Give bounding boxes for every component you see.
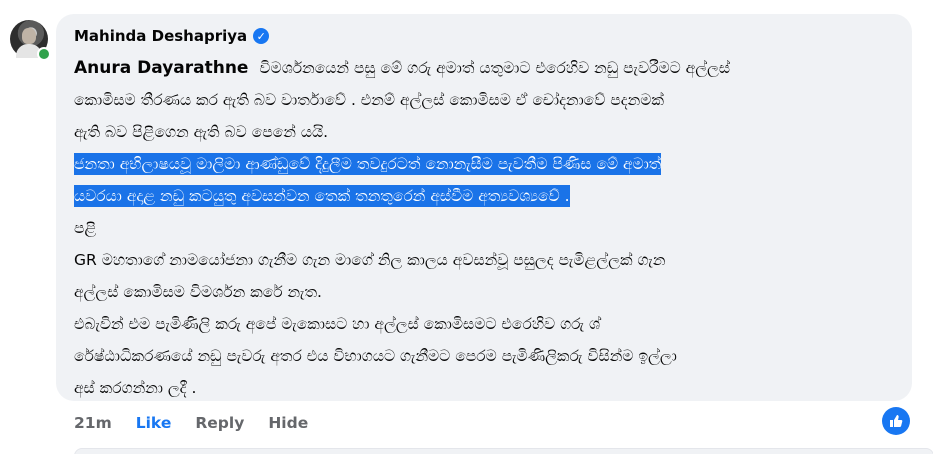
like-button[interactable]: Like (136, 414, 172, 432)
thumbs-up-icon[interactable] (882, 407, 910, 435)
comment-line-10: රේෂ්ඨාධිකරණයේ නඩු පැවරු අතර එය විභාගයට ග… (74, 347, 677, 365)
avatar-face-shape (22, 28, 36, 44)
comment-line-9: එබැවින් එම පැමිණිලි කරු අපේ මැකොසට හා අල… (74, 315, 601, 333)
comment-line-5: යවරයා අදාළ නඩු කටයුතු අවසන්වන තෙක් තනතුර… (74, 180, 892, 212)
comment-line-4: ජනතා අභිලාෂයවූ මාලිමා ආණ්ඩුවේ දිදුලීම තව… (74, 148, 892, 180)
comment-line-6: පළි (74, 219, 97, 237)
comment-thread: Mahinda Deshapriya ✓ Anura Dayarathne වි… (0, 0, 933, 454)
comment-timestamp[interactable]: 21m (74, 414, 112, 432)
comment-line-11: අස් කරගන්නා ලදී . (74, 379, 197, 397)
comment-author-name[interactable]: Mahinda Deshapriya (74, 27, 247, 45)
verified-badge-icon: ✓ (253, 28, 270, 44)
selected-text: ජනතා අභිලාෂයවූ මාලිමා ආණ්ඩුවේ දිදුලීම තව… (74, 153, 662, 175)
comment-bubble: Mahinda Deshapriya ✓ Anura Dayarathne වි… (56, 14, 912, 401)
comment-line-1: Anura Dayarathne විමර්ශනයෙන් පසු මේ ගරු … (74, 52, 892, 84)
comment-line-7: GR මහතාගේ නාමයෝජනා ගැනීම ගැන මාගේ නිල කා… (74, 251, 666, 269)
thumbs-up-glyph (890, 415, 903, 427)
comment-text: Anura Dayarathne විමර්ශනයෙන් පසු මේ ගරු … (74, 52, 892, 404)
comment-actions: 21m Like Reply Hide (74, 414, 308, 432)
hide-button[interactable]: Hide (268, 414, 308, 432)
comment-line-8: අල්ලස් කොමිසම විමර්ශන කරේ නැත. (74, 283, 322, 301)
comment-author-row: Mahinda Deshapriya ✓ (74, 26, 270, 46)
comment-line-3: ඇති බව පිළිගෙන ඇති බව පෙනේ යයි. (74, 123, 329, 141)
comment-line-text: විමර්ශනයෙන් පසු මේ ගරු අමාත් යතුමාට එරෙහ… (259, 59, 731, 77)
reply-button[interactable]: Reply (195, 414, 244, 432)
mentioned-user-link[interactable]: Anura Dayarathne (74, 58, 248, 78)
reply-box-edge (74, 448, 933, 454)
online-status-dot (37, 47, 51, 61)
avatar[interactable] (10, 20, 51, 61)
comment-line-2: කොමිසම තීරණය කර ඇති බව වාර්තාවේ . එනම් අ… (74, 91, 664, 109)
selected-text: යවරයා අදාළ නඩු කටයුතු අවසන්වන තෙක් තනතුර… (74, 185, 570, 207)
